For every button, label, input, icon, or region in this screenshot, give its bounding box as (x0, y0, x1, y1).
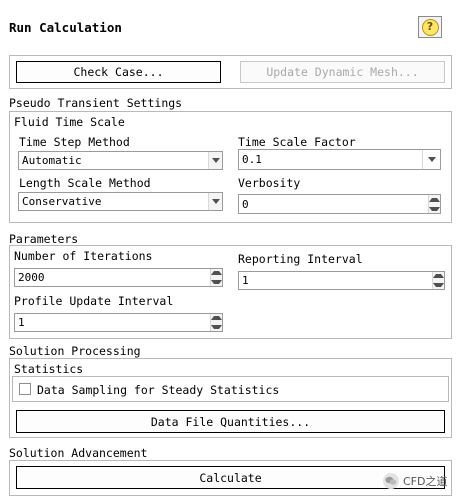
watermark: CFD之道 (383, 473, 447, 489)
help-icon: ? (421, 18, 439, 36)
spin-up-icon[interactable] (211, 269, 222, 278)
spin-up-icon[interactable] (429, 195, 440, 204)
verbosity-label: Verbosity (238, 176, 301, 190)
help-button[interactable]: ? (418, 16, 442, 38)
update-dynamic-mesh-button[interactable]: Update Dynamic Mesh... (240, 61, 445, 83)
spin-down-icon[interactable] (433, 280, 444, 289)
iterations-spinner[interactable]: 2000 (14, 268, 223, 287)
solution-processing-section-label: Solution Processing (9, 344, 141, 358)
reporting-interval-spinner[interactable]: 1 (238, 271, 445, 290)
time-scale-factor-field[interactable]: 0.1 (238, 149, 441, 170)
spin-down-icon[interactable] (211, 322, 222, 331)
statistics-label: Statistics (14, 362, 84, 376)
calculate-button[interactable]: Calculate (16, 466, 445, 489)
chevron-down-icon (208, 152, 222, 169)
solution-advancement-section-label: Solution Advancement (9, 446, 148, 460)
spin-up-icon[interactable] (211, 314, 222, 323)
chevron-down-icon[interactable] (422, 150, 440, 169)
data-sampling-checkbox[interactable] (19, 383, 31, 395)
iterations-value: 2000 (18, 271, 45, 284)
parameters-section-label: Parameters (9, 232, 79, 246)
spin-up-icon[interactable] (433, 272, 444, 281)
profile-update-interval-value: 1 (18, 316, 25, 329)
verbosity-value: 0 (242, 197, 249, 211)
page-title: Run Calculation (9, 20, 122, 35)
verbosity-spinner[interactable]: 0 (238, 194, 441, 214)
time-scale-factor-value: 0.1 (242, 153, 262, 166)
length-scale-method-dropdown[interactable]: Conservative (18, 192, 223, 211)
time-step-method-dropdown[interactable]: Automatic (18, 151, 223, 170)
length-scale-method-value: Conservative (22, 195, 102, 208)
chevron-down-icon (208, 193, 222, 210)
reporting-interval-value: 1 (242, 274, 249, 287)
wechat-icon (383, 473, 399, 489)
data-file-quantities-button[interactable]: Data File Quantities... (16, 410, 445, 433)
profile-update-interval-label: Profile Update Interval (14, 294, 174, 308)
length-scale-method-label: Length Scale Method (19, 176, 151, 190)
iterations-label: Number of Iterations (14, 249, 153, 263)
spin-down-icon[interactable] (211, 277, 222, 286)
fluid-time-scale-label: Fluid Time Scale (14, 115, 125, 129)
time-step-method-label: Time Step Method (19, 135, 130, 149)
time-step-method-value: Automatic (22, 154, 82, 167)
time-scale-factor-label: Time Scale Factor (238, 135, 356, 149)
pseudo-transient-section-label: Pseudo Transient Settings (9, 96, 183, 110)
watermark-text: CFD之道 (403, 475, 448, 488)
profile-update-interval-spinner[interactable]: 1 (14, 313, 223, 332)
reporting-interval-label: Reporting Interval (238, 252, 363, 266)
spin-down-icon[interactable] (429, 204, 440, 213)
data-sampling-label[interactable]: Data Sampling for Steady Statistics (37, 383, 279, 397)
check-case-button[interactable]: Check Case... (16, 61, 221, 83)
